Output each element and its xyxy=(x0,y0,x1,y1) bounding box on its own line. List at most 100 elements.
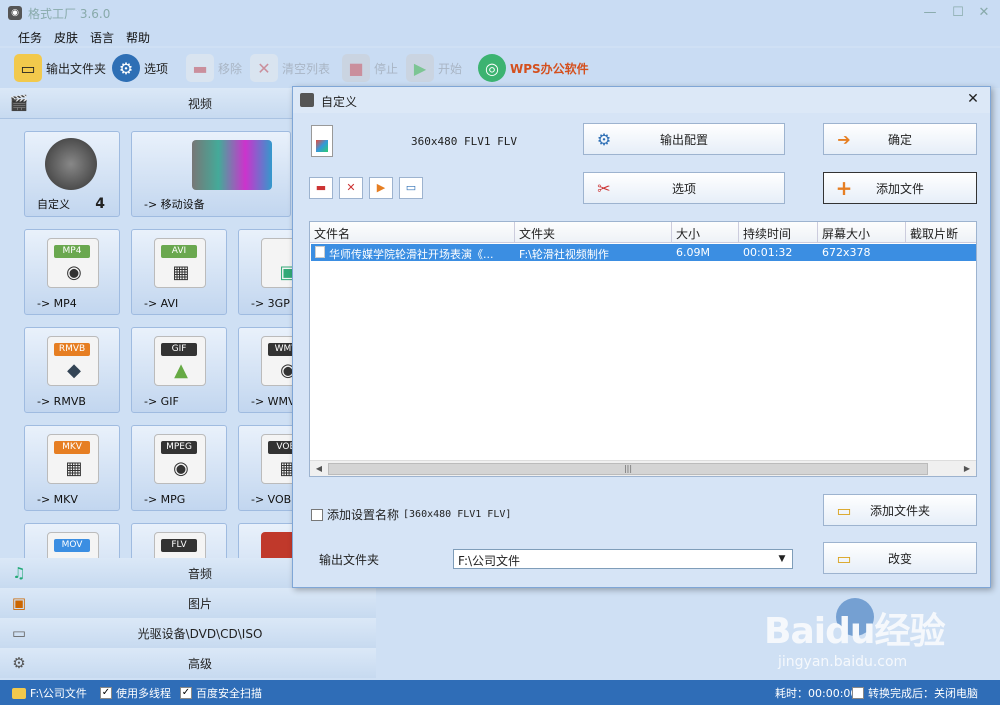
tile-mobile-device[interactable]: -> 移动设备 xyxy=(131,131,291,217)
avi-icon: AVI ▦ xyxy=(154,238,206,288)
checkbox-unchecked[interactable] xyxy=(852,687,864,699)
scroll-right-icon[interactable]: ▶ xyxy=(960,462,974,476)
remove-button[interactable]: ▬ 移除 xyxy=(186,52,242,84)
close-window-button[interactable]: ✕ xyxy=(972,3,996,23)
output-folder-label: 输出文件夹 xyxy=(319,553,380,567)
add-setting-name-checkbox[interactable]: 添加设置名称 [360x480 FLV1 FLV] xyxy=(311,506,511,523)
tile-flv[interactable]: FLV▦ xyxy=(131,523,227,558)
stop-button[interactable]: ■ 停止 xyxy=(342,52,398,84)
tile-mov[interactable]: MOV◉ xyxy=(24,523,120,558)
tile-rmvb[interactable]: RMVB ◆ -> RMVB xyxy=(24,327,120,413)
options-dialog-button[interactable]: ✂ 选项 xyxy=(583,172,785,204)
tile-mp4[interactable]: MP4 ◉ -> MP4 xyxy=(24,229,120,315)
media-info-button[interactable]: ▭ xyxy=(399,177,423,199)
col-size[interactable]: 大小 xyxy=(672,222,739,243)
title-bar: ◉ 格式工厂 3.6.0 — ☐ ✕ xyxy=(0,0,1000,26)
category-advanced[interactable]: ⚙ 高级 xyxy=(0,648,376,678)
status-bar: F:\公司文件 ✓ 使用多线程 ✓ 百度安全扫描 耗时：00:00:00 转换完… xyxy=(0,680,1000,705)
menu-help[interactable]: 帮助 xyxy=(126,29,150,46)
col-filename[interactable]: 文件名 xyxy=(310,222,515,243)
flv-icon: FLV▦ xyxy=(154,532,206,558)
baidu-watermark: Baidu经验 jingyan.baidu.com xyxy=(760,598,990,678)
ok-button[interactable]: ➔ 确定 xyxy=(823,123,977,155)
col-folder[interactable]: 文件夹 xyxy=(515,222,672,243)
video-format-grid: 自定义 4 -> 移动设备 MP4◉ -> MP4 AVI▦ -> AVI ▣ … xyxy=(0,118,292,558)
mov-icon: MOV◉ xyxy=(47,532,99,558)
scroll-thumb[interactable]: ||| xyxy=(328,463,928,475)
dialog-title: 自定义 xyxy=(321,95,358,109)
checkbox-box[interactable] xyxy=(311,508,323,521)
app-icon: ◉ xyxy=(8,6,22,20)
wps-button[interactable]: ◎ WPS办公软件 xyxy=(478,52,589,84)
menu-language[interactable]: 语言 xyxy=(90,29,114,46)
tile-gif[interactable]: GIF ▲ -> GIF xyxy=(131,327,227,413)
category-image[interactable]: ▣ 图片 xyxy=(0,588,376,618)
options-button[interactable]: ⚙ 选项 xyxy=(112,52,168,84)
menu-skin[interactable]: 皮肤 xyxy=(54,29,78,46)
arrow-right-icon: ➔ xyxy=(837,129,851,149)
minimize-button[interactable]: — xyxy=(918,3,942,23)
tile-custom[interactable]: 自定义 4 xyxy=(24,131,120,217)
folder-icon: ▭ xyxy=(836,548,852,568)
file-list: 文件名 文件夹 大小 持续时间 屏幕大小 截取片断 华师传媒学院轮滑社开场表演《… xyxy=(309,221,977,477)
change-button[interactable]: ▭ 改变 xyxy=(823,542,977,574)
output-folder-select[interactable]: F:\公司文件 ▼ xyxy=(453,549,793,569)
checkbox-checked[interactable]: ✓ xyxy=(180,687,192,699)
play-icon: ▶ xyxy=(406,54,434,82)
window-title: 格式工厂 3.6.0 xyxy=(28,7,111,21)
horizontal-scrollbar[interactable]: ◀ ||| ▶ xyxy=(310,460,976,476)
info-icon: ▭ xyxy=(405,181,417,194)
gear-icon: ⚙ xyxy=(112,54,140,82)
plus-icon: + xyxy=(835,176,853,200)
checkbox-checked[interactable]: ✓ xyxy=(100,687,112,699)
start-button[interactable]: ▶ 开始 xyxy=(406,52,462,84)
dialog-app-icon xyxy=(300,93,314,107)
status-output-path[interactable]: F:\公司文件 xyxy=(12,685,87,701)
output-config-button[interactable]: ⚙ 输出配置 xyxy=(583,123,785,155)
tile-swf[interactable] xyxy=(238,523,292,558)
clear-list-button[interactable]: ✕ 清空列表 xyxy=(250,52,330,84)
clear-icon: ✕ xyxy=(250,54,278,82)
elapsed-time: 耗时：00:00:00 xyxy=(775,687,858,700)
folder-icon: ▭ xyxy=(14,54,42,82)
add-file-button[interactable]: + 添加文件 xyxy=(823,172,977,204)
rmvb-icon: RMVB ◆ xyxy=(47,336,99,386)
tile-mpg[interactable]: MPEG ◉ -> MPG xyxy=(131,425,227,511)
baidu-scan-checkbox[interactable]: ✓ 百度安全扫描 xyxy=(180,685,262,701)
table-row[interactable]: 华师传媒学院轮滑社开场表演《... F:\轮滑社视频制作 6.09M 00:01… xyxy=(311,244,976,261)
output-folder-button[interactable]: ▭ 输出文件夹 xyxy=(14,52,106,84)
mp4-icon: MP4 ◉ xyxy=(47,238,99,288)
tile-wmv[interactable]: WMV◉ -> WMV xyxy=(238,327,292,413)
menu-task[interactable]: 任务 xyxy=(18,29,42,46)
tile-3gp[interactable]: ▣ -> 3GP xyxy=(238,229,292,315)
swf-icon xyxy=(261,532,292,558)
col-duration[interactable]: 持续时间 xyxy=(739,222,818,243)
folder-icon xyxy=(12,687,26,699)
dialog-title-bar: 自定义 ✕ xyxy=(293,87,990,113)
dialog-close-icon[interactable]: ✕ xyxy=(964,90,982,108)
scroll-left-icon[interactable]: ◀ xyxy=(312,462,326,476)
col-screen-size[interactable]: 屏幕大小 xyxy=(818,222,906,243)
clear-icon: ✕ xyxy=(346,181,356,194)
add-folder-button[interactable]: ▭ 添加文件夹 xyxy=(823,494,977,526)
remove-item-button[interactable]: ▬ xyxy=(309,177,333,199)
chevron-down-icon[interactable]: ▼ xyxy=(775,551,789,567)
custom-dialog: 自定义 ✕ 360x480 FLV1 FLV ⚙ 输出配置 ➔ 确定 ▬ ✕ ▶… xyxy=(292,86,991,588)
film-reel-icon xyxy=(45,138,97,190)
play-preview-button[interactable]: ▶ xyxy=(369,177,393,199)
after-convert-checkbox[interactable]: 转换完成后：关闭电脑 xyxy=(852,685,978,701)
vob-icon: VOB▦ xyxy=(261,434,292,484)
multithread-checkbox[interactable]: ✓ 使用多线程 xyxy=(100,685,171,701)
play-icon: ▶ xyxy=(376,181,386,194)
maximize-button[interactable]: ☐ xyxy=(946,3,970,23)
remove-icon: ▬ xyxy=(315,181,327,194)
tile-mkv[interactable]: MKV ▦ -> MKV xyxy=(24,425,120,511)
gif-icon: GIF ▲ xyxy=(154,336,206,386)
col-clip[interactable]: 截取片断 xyxy=(906,222,976,243)
category-disc[interactable]: ▭ 光驱设备\DVD\CD\ISO xyxy=(0,618,376,648)
tile-avi[interactable]: AVI ▦ -> AVI xyxy=(131,229,227,315)
clear-items-button[interactable]: ✕ xyxy=(339,177,363,199)
remove-icon: ▬ xyxy=(186,54,214,82)
tile-vob[interactable]: VOB▦ -> VOB xyxy=(238,425,292,511)
wps-icon: ◎ xyxy=(478,54,506,82)
